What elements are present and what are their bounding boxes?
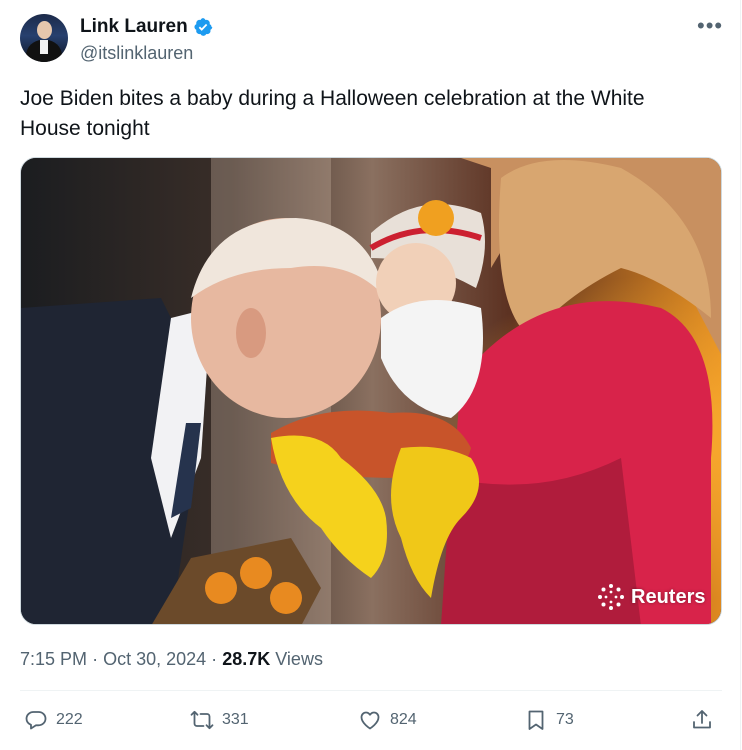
tweet-date[interactable]: Oct 30, 2024	[103, 649, 206, 669]
meta-separator: ·	[92, 649, 99, 669]
author-name-row: Link Lauren	[80, 16, 213, 38]
tweet-media-photo[interactable]: Reuters	[20, 157, 722, 625]
photo-illustration	[21, 158, 721, 624]
reuters-logo-icon	[598, 584, 624, 610]
divider-top	[20, 690, 722, 691]
share-button[interactable]	[690, 708, 714, 732]
heart-icon	[360, 711, 380, 730]
avatar-head	[37, 21, 52, 39]
bookmark-icon	[528, 710, 544, 730]
repost-count: 331	[222, 711, 249, 728]
author-handle[interactable]: @itslinklauren	[80, 42, 193, 64]
like-button[interactable]: 824	[358, 708, 417, 732]
timeline-border	[740, 0, 741, 750]
tweet-text: Joe Biden bites a baby during a Hallowee…	[20, 87, 645, 140]
verified-badge-icon	[194, 18, 212, 36]
avatar[interactable]	[20, 14, 68, 62]
reply-icon	[25, 711, 47, 730]
views-label: Views	[275, 649, 323, 669]
share-icon	[693, 710, 711, 729]
repost-icon	[190, 710, 214, 730]
meta-separator-2: ·	[211, 649, 218, 669]
bookmark-count: 73	[556, 711, 574, 728]
media-watermark: Reuters	[597, 583, 705, 611]
reply-count: 222	[56, 711, 83, 728]
more-options-icon[interactable]: •••	[697, 15, 723, 37]
watermark-text: Reuters	[631, 585, 706, 608]
bookmark-button[interactable]: 73	[524, 708, 574, 732]
author-display-name[interactable]: Link Lauren	[80, 16, 188, 38]
tweet-time[interactable]: 7:15 PM	[20, 649, 87, 669]
reply-button[interactable]: 222	[24, 708, 83, 732]
tweet-metadata: 7:15 PM · Oct 30, 2024 · 28.7K Views	[20, 648, 323, 670]
avatar-shirt	[40, 40, 48, 54]
like-count: 824	[390, 711, 417, 728]
views-count: 28.7K	[222, 649, 271, 669]
repost-button[interactable]: 331	[190, 708, 249, 732]
